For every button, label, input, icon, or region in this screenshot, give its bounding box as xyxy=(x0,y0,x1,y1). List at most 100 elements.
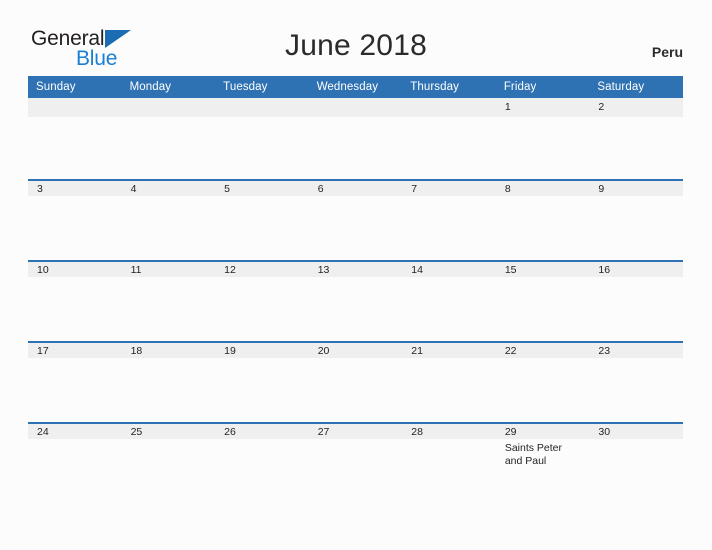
calendar-day-cell[interactable] xyxy=(28,98,122,179)
calendar-day-cell[interactable] xyxy=(308,98,403,179)
day-cell-inner: 11 xyxy=(121,260,216,341)
day-number: 30 xyxy=(589,422,683,439)
calendar-day-cell[interactable]: 12 xyxy=(215,260,309,341)
day-cell-inner: 2 xyxy=(589,98,683,179)
calendar-day-cell[interactable]: 21 xyxy=(402,341,496,422)
calendar-day-cell[interactable]: 7 xyxy=(402,179,496,260)
calendar-day-cell[interactable]: 15 xyxy=(495,260,590,341)
day-number: 6 xyxy=(308,179,403,196)
calendar-day-cell[interactable]: 24 xyxy=(28,422,122,503)
calendar-day-cell[interactable] xyxy=(402,98,496,179)
day-cell-inner: 12 xyxy=(215,260,309,341)
calendar-day-cell[interactable]: 29 Saints Peter and Paul xyxy=(495,422,590,503)
calendar-day-cell[interactable] xyxy=(215,98,309,179)
day-number: 8 xyxy=(495,179,590,196)
weekday-header-friday: Friday xyxy=(495,76,590,98)
day-number: 23 xyxy=(589,341,683,358)
calendar-day-cell[interactable]: 1 xyxy=(495,98,590,179)
day-number: 2 xyxy=(589,98,683,117)
calendar-day-cell[interactable]: 14 xyxy=(402,260,496,341)
calendar-day-cell[interactable]: 28 xyxy=(402,422,496,503)
day-cell-inner: 25 xyxy=(121,422,216,503)
day-number: 7 xyxy=(402,179,496,196)
calendar-day-cell[interactable]: 5 xyxy=(215,179,309,260)
day-cell-inner: 23 xyxy=(589,341,683,422)
day-number: 22 xyxy=(495,341,590,358)
calendar-day-cell[interactable]: 19 xyxy=(215,341,309,422)
day-number: 20 xyxy=(308,341,403,358)
day-number: 9 xyxy=(589,179,683,196)
day-cell-inner: 1 xyxy=(495,98,590,179)
calendar-day-cell[interactable]: 13 xyxy=(308,260,403,341)
calendar-page: General Blue June 2018 Peru Sunday Monda… xyxy=(0,0,712,550)
calendar-day-cell[interactable]: 8 xyxy=(495,179,590,260)
day-cell-inner: 22 xyxy=(495,341,590,422)
calendar-grid: Sunday Monday Tuesday Wednesday Thursday… xyxy=(28,76,683,503)
day-number: 15 xyxy=(495,260,590,277)
day-number xyxy=(402,98,496,117)
calendar-day-cell[interactable]: 2 xyxy=(589,98,683,179)
calendar-day-cell[interactable]: 4 xyxy=(121,179,216,260)
day-cell-inner: 24 xyxy=(28,422,122,503)
weekday-header-sunday: Sunday xyxy=(28,76,122,98)
day-number: 17 xyxy=(28,341,122,358)
day-cell-inner: 6 xyxy=(308,179,403,260)
calendar-day-cell[interactable]: 17 xyxy=(28,341,122,422)
page-header: General Blue June 2018 Peru xyxy=(0,0,712,76)
day-number xyxy=(121,98,216,117)
calendar-day-cell[interactable]: 6 xyxy=(308,179,403,260)
day-number: 13 xyxy=(308,260,403,277)
day-cell-inner xyxy=(28,98,122,179)
day-cell-inner: 5 xyxy=(215,179,309,260)
day-number: 14 xyxy=(402,260,496,277)
calendar-day-cell[interactable]: 26 xyxy=(215,422,309,503)
day-cell-inner: 19 xyxy=(215,341,309,422)
calendar-week-row: 12 xyxy=(28,98,683,179)
day-cell-inner: 15 xyxy=(495,260,590,341)
day-cell-inner: 20 xyxy=(308,341,403,422)
day-cell-inner: 4 xyxy=(121,179,216,260)
calendar-day-cell[interactable]: 20 xyxy=(308,341,403,422)
weekday-header-monday: Monday xyxy=(121,76,216,98)
calendar-day-cell[interactable]: 16 xyxy=(589,260,683,341)
calendar-day-cell[interactable]: 22 xyxy=(495,341,590,422)
calendar-day-cell[interactable]: 10 xyxy=(28,260,122,341)
day-number: 21 xyxy=(402,341,496,358)
day-cell-inner: 8 xyxy=(495,179,590,260)
calendar-day-cell[interactable]: 23 xyxy=(589,341,683,422)
day-cell-inner: 30 xyxy=(589,422,683,503)
day-cell-inner xyxy=(402,98,496,179)
holiday-event: Saints Peter and Paul xyxy=(504,442,563,467)
day-cell-inner: 29 Saints Peter and Paul xyxy=(495,422,590,503)
calendar-day-cell[interactable]: 25 xyxy=(121,422,216,503)
day-cell-inner: 7 xyxy=(402,179,496,260)
day-cell-inner xyxy=(308,98,403,179)
day-cell-inner: 21 xyxy=(402,341,496,422)
day-number: 5 xyxy=(215,179,309,196)
day-number: 19 xyxy=(215,341,309,358)
day-number: 18 xyxy=(121,341,216,358)
calendar-week-row: 24 25 26 27 28 29 Saints Peter and Paul 30 xyxy=(28,422,683,503)
calendar-day-cell[interactable]: 3 xyxy=(28,179,122,260)
day-number: 10 xyxy=(28,260,122,277)
day-cell-inner: 27 xyxy=(308,422,403,503)
weekday-header-saturday: Saturday xyxy=(589,76,683,98)
day-number: 25 xyxy=(121,422,216,439)
day-number: 26 xyxy=(215,422,309,439)
calendar-day-cell[interactable] xyxy=(121,98,216,179)
day-cell-inner: 3 xyxy=(28,179,122,260)
day-cell-inner: 28 xyxy=(402,422,496,503)
day-number: 27 xyxy=(308,422,403,439)
day-number: 3 xyxy=(28,179,122,196)
day-cell-inner xyxy=(121,98,216,179)
calendar-day-cell[interactable]: 30 xyxy=(589,422,683,503)
calendar-day-cell[interactable]: 18 xyxy=(121,341,216,422)
day-cell-inner: 14 xyxy=(402,260,496,341)
calendar-day-cell[interactable]: 27 xyxy=(308,422,403,503)
calendar-week-row: 17 18 19 20 21 22 23 xyxy=(28,341,683,422)
calendar-day-cell[interactable]: 11 xyxy=(121,260,216,341)
day-number: 24 xyxy=(28,422,122,439)
calendar-day-cell[interactable]: 9 xyxy=(589,179,683,260)
day-cell-inner xyxy=(215,98,309,179)
day-number: 11 xyxy=(121,260,216,277)
